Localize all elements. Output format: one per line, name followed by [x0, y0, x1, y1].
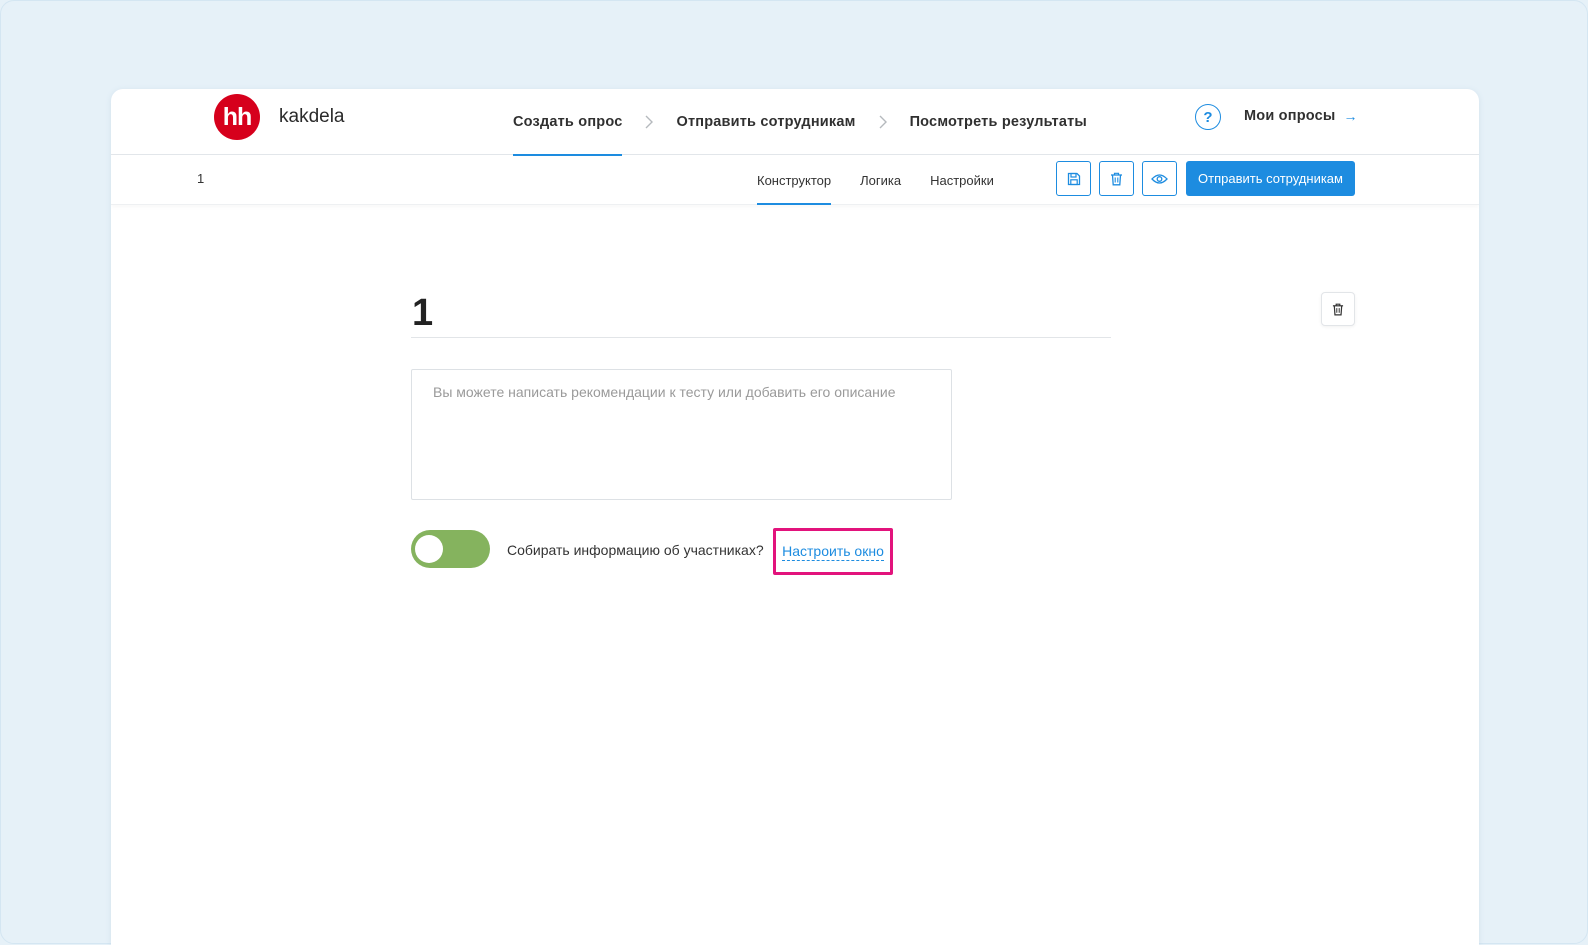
survey-title[interactable]: 1: [412, 292, 433, 335]
arrow-right-icon: →: [1343, 108, 1358, 124]
delete-survey-button[interactable]: [1099, 161, 1134, 196]
description-textarea[interactable]: [411, 369, 952, 500]
step-view-results[interactable]: Посмотреть результаты: [910, 89, 1087, 155]
survey-title-field[interactable]: 1: [411, 289, 1111, 338]
page-background: hh kakdela Создать опрос Отправить сотру…: [0, 0, 1588, 945]
help-icon[interactable]: ?: [1195, 104, 1221, 130]
step-label: Посмотреть результаты: [909, 114, 1087, 130]
eye-icon: [1151, 173, 1168, 184]
tab-label: Настройки: [930, 172, 994, 188]
logo-text: hh: [222, 102, 253, 131]
survey-number: 1: [197, 171, 205, 186]
preview-button[interactable]: [1142, 161, 1177, 196]
brand-name: kakdela: [279, 106, 345, 127]
save-button[interactable]: [1056, 161, 1091, 196]
send-to-employees-button[interactable]: Отправить сотрудникам: [1186, 161, 1355, 196]
editor-toolbar: 1 Конструктор Логика Настройки Отправить…: [111, 155, 1479, 205]
wizard-steps: Создать опрос Отправить сотрудникам Посм…: [513, 89, 1087, 156]
my-polls-link[interactable]: Мои опросы →: [1244, 108, 1358, 124]
step-label: Отправить сотрудникам: [676, 114, 856, 130]
toggle-knob: [415, 535, 443, 563]
configure-window-link-text: Настроить окно: [782, 542, 884, 561]
collect-info-toggle[interactable]: [411, 530, 490, 568]
app-window: hh kakdela Создать опрос Отправить сотру…: [111, 89, 1479, 945]
help-glyph: ?: [1203, 108, 1213, 126]
delete-page-button[interactable]: [1321, 292, 1355, 326]
chevron-right-icon: [622, 89, 676, 155]
save-icon: [1067, 172, 1080, 185]
step-send-to-employees[interactable]: Отправить сотрудникам: [676, 89, 855, 155]
tab-label: Конструктор: [757, 172, 832, 188]
trash-icon: [1111, 172, 1122, 185]
step-create-survey[interactable]: Создать опрос: [513, 89, 623, 156]
top-header: hh kakdela Создать опрос Отправить сотру…: [111, 89, 1479, 156]
tab-label: Логика: [860, 172, 902, 188]
hh-logo[interactable]: hh: [214, 94, 260, 140]
tab-constructor[interactable]: Конструктор: [757, 155, 832, 205]
collect-info-label: Собирать информацию об участниках?: [507, 542, 764, 558]
trash-icon: [1332, 303, 1344, 315]
tab-settings[interactable]: Настройки: [930, 155, 994, 205]
tab-logic[interactable]: Логика: [860, 155, 901, 205]
editor-tabs: Конструктор Логика Настройки: [757, 155, 1023, 205]
my-polls-label: Мои опросы: [1244, 108, 1336, 124]
configure-window-link[interactable]: Настроить окно: [773, 528, 893, 575]
step-label: Создать опрос: [513, 114, 623, 130]
chevron-right-icon: [856, 89, 910, 155]
